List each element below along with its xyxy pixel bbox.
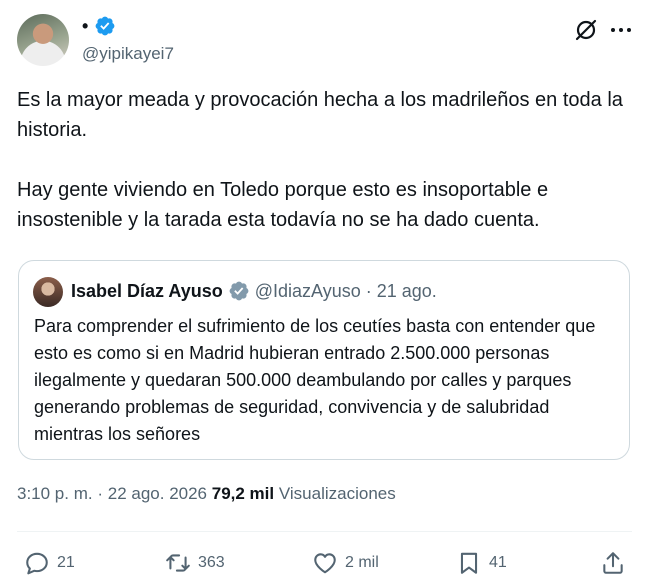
bookmark-icon [460, 552, 478, 574]
bookmark-button[interactable]: 41 [456, 550, 507, 576]
quoted-author-handle[interactable]: @IdiazAyuso [255, 281, 361, 302]
quoted-tweet[interactable]: Isabel Díaz Ayuso @IdiazAyuso · 21 ago. … [18, 260, 630, 460]
tweet-paragraph: Hay gente viviendo en Toledo porque esto… [17, 179, 549, 231]
quoted-separator: · [365, 280, 372, 301]
grok-icon[interactable] [573, 17, 599, 43]
share-icon [603, 552, 623, 574]
tweet-paragraph: Es la mayor meada y provocación hecha a … [17, 89, 623, 141]
repost-icon [166, 554, 190, 572]
tweet-meta: 3:10 p. m. · 22 ago. 2026 79,2 mil Visua… [17, 484, 396, 504]
like-button[interactable]: 2 mil [312, 550, 379, 576]
views-label: Visualizaciones [278, 484, 396, 503]
reply-button[interactable]: 21 [24, 550, 75, 576]
author-name-row: • [82, 14, 116, 38]
quoted-header: Isabel Díaz Ayuso @IdiazAyuso · 21 ago. [71, 280, 437, 302]
quoted-avatar[interactable] [33, 277, 63, 307]
verified-badge-icon [95, 16, 115, 36]
grey-verified-badge-icon [229, 281, 249, 301]
heart-icon [314, 553, 336, 574]
tweet-text: Es la mayor meada y provocación hecha a … [17, 85, 637, 235]
quoted-date[interactable]: 21 ago. [377, 281, 437, 302]
more-options-icon[interactable] [609, 20, 633, 40]
meta-separator: · [97, 484, 104, 503]
quoted-author-name[interactable]: Isabel Díaz Ayuso [71, 281, 223, 302]
views-count[interactable]: 79,2 mil [212, 484, 274, 503]
bookmark-count: 41 [489, 554, 507, 571]
avatar[interactable] [17, 14, 69, 66]
share-button[interactable] [600, 550, 626, 576]
quoted-text: Para comprender el sufrimiento de los ce… [34, 316, 596, 444]
tweet-time[interactable]: 3:10 p. m. [17, 484, 93, 503]
action-bar: 21 363 2 mil 41 [0, 544, 649, 584]
like-count: 2 mil [345, 554, 379, 571]
tweet-date[interactable]: 22 ago. 2026 [108, 484, 207, 503]
divider [17, 531, 632, 532]
author-handle[interactable]: @yipikayei7 [82, 44, 174, 64]
reply-icon [26, 552, 48, 575]
reply-count: 21 [57, 554, 75, 571]
author-display-name[interactable]: • [82, 17, 88, 35]
repost-count: 363 [198, 554, 225, 571]
repost-button[interactable]: 363 [165, 550, 225, 576]
